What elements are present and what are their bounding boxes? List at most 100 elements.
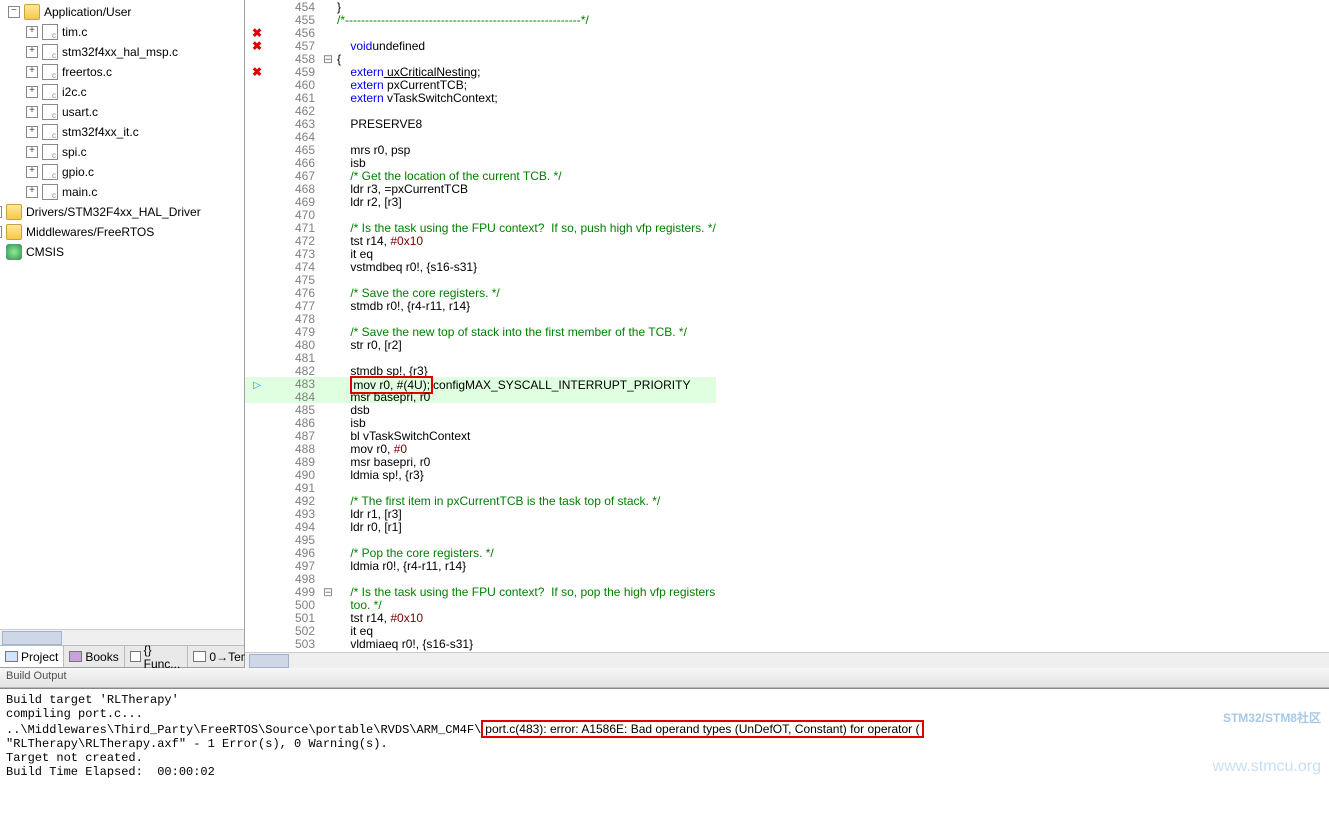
code-line[interactable]: tst r14, #0x10	[335, 611, 716, 624]
tree-file[interactable]: + stm32f4xx_hal_msp.c	[26, 42, 244, 62]
fold-toggle[interactable]	[321, 117, 335, 130]
expand-icon[interactable]: +	[0, 206, 2, 218]
fold-toggle[interactable]	[321, 351, 335, 364]
fold-toggle[interactable]	[321, 520, 335, 533]
expand-icon[interactable]: +	[26, 86, 38, 98]
fold-toggle[interactable]	[321, 559, 335, 572]
build-output[interactable]: Build target 'RLTherapy' compiling port.…	[0, 688, 1329, 810]
error-marker-icon[interactable]: ✖	[252, 65, 262, 79]
fold-toggle[interactable]	[321, 143, 335, 156]
fold-toggle[interactable]	[321, 260, 335, 273]
fold-toggle[interactable]	[321, 481, 335, 494]
expand-icon[interactable]: +	[26, 46, 38, 58]
code-line[interactable]	[335, 104, 716, 117]
code-editor[interactable]: 454 }455 /*-----------------------------…	[245, 0, 1329, 667]
tree-folder[interactable]: + Middlewares/FreeRTOS	[0, 222, 244, 242]
expand-icon[interactable]: +	[26, 26, 38, 38]
fold-toggle[interactable]	[321, 273, 335, 286]
fold-toggle[interactable]	[321, 442, 335, 455]
code-line[interactable]: {	[335, 52, 716, 65]
code-line[interactable]: /* The first item in pxCurrentTCB is the…	[335, 494, 716, 507]
sidebar-tab-books[interactable]: Books	[64, 646, 124, 667]
fold-toggle[interactable]	[321, 377, 335, 390]
fold-toggle[interactable]	[321, 325, 335, 338]
error-marker-icon[interactable]: ✖	[252, 39, 262, 53]
code-line[interactable]	[335, 351, 716, 364]
tree-file[interactable]: + tim.c	[26, 22, 244, 42]
code-line[interactable]	[335, 481, 716, 494]
collapse-icon[interactable]: −	[8, 6, 20, 18]
fold-toggle[interactable]	[321, 0, 335, 13]
code-line[interactable]: vldmiaeq r0!, {s16-s31}	[335, 637, 716, 650]
code-line[interactable]: tst r14, #0x10	[335, 234, 716, 247]
fold-toggle[interactable]	[321, 455, 335, 468]
fold-toggle[interactable]	[321, 208, 335, 221]
code-line[interactable]	[335, 312, 716, 325]
fold-toggle[interactable]	[321, 468, 335, 481]
expand-icon[interactable]: +	[26, 166, 38, 178]
fold-toggle[interactable]: ⊟	[321, 52, 335, 65]
tree-file[interactable]: + spi.c	[26, 142, 244, 162]
fold-toggle[interactable]	[321, 572, 335, 585]
code-line[interactable]: ldr r0, [r1]	[335, 520, 716, 533]
code-line[interactable]: /* Is the task using the FPU context? If…	[335, 221, 716, 234]
fold-toggle[interactable]	[321, 338, 335, 351]
expand-icon[interactable]: +	[26, 186, 38, 198]
code-line[interactable]: mrs r0, psp	[335, 143, 716, 156]
code-line[interactable]: it eq	[335, 624, 716, 637]
fold-toggle[interactable]	[321, 364, 335, 377]
fold-toggle[interactable]	[321, 494, 335, 507]
code-line[interactable]: msr basepri, r0	[335, 455, 716, 468]
fold-toggle[interactable]	[321, 507, 335, 520]
sidebar-tab-func[interactable]: {} Func...	[125, 646, 189, 667]
sidebar-h-scrollbar[interactable]	[0, 629, 244, 645]
fold-toggle[interactable]	[321, 624, 335, 637]
sidebar-tab-project[interactable]: Project	[0, 646, 64, 667]
code-line[interactable]: /* Save the new top of stack into the fi…	[335, 325, 716, 338]
fold-toggle[interactable]: ⊟	[321, 585, 335, 598]
tree-folder[interactable]: + Drivers/STM32F4xx_HAL_Driver	[0, 202, 244, 222]
fold-toggle[interactable]	[321, 390, 335, 403]
expand-icon[interactable]: +	[26, 146, 38, 158]
code-line[interactable]: msr basepri, r0	[335, 390, 716, 403]
fold-toggle[interactable]	[321, 429, 335, 442]
code-line[interactable]: too. */	[335, 598, 716, 611]
tree-pack[interactable]: CMSIS	[0, 242, 244, 262]
fold-toggle[interactable]	[321, 65, 335, 78]
code-line[interactable]: PRESERVE8	[335, 117, 716, 130]
error-marker-icon[interactable]: ✖	[252, 26, 262, 40]
code-line[interactable]: extern vTaskSwitchContext;	[335, 91, 716, 104]
fold-toggle[interactable]	[321, 247, 335, 260]
code-line[interactable]: stmdb r0!, {r4-r11, r14}	[335, 299, 716, 312]
code-line[interactable]: voidundefined	[335, 39, 716, 52]
tree-file[interactable]: + gpio.c	[26, 162, 244, 182]
tree-file[interactable]: + usart.c	[26, 102, 244, 122]
code-line[interactable]	[335, 26, 716, 39]
fold-toggle[interactable]	[321, 104, 335, 117]
fold-toggle[interactable]	[321, 546, 335, 559]
code-line[interactable]	[335, 533, 716, 546]
code-line[interactable]: vstmdbeq r0!, {s16-s31}	[335, 260, 716, 273]
tree-file[interactable]: + main.c	[26, 182, 244, 202]
code-line[interactable]: dsb	[335, 403, 716, 416]
fold-toggle[interactable]	[321, 286, 335, 299]
fold-toggle[interactable]	[321, 598, 335, 611]
fold-toggle[interactable]	[321, 299, 335, 312]
code-line[interactable]	[335, 130, 716, 143]
fold-toggle[interactable]	[321, 13, 335, 26]
code-line[interactable]: str r0, [r2]	[335, 338, 716, 351]
code-line[interactable]: extern uxCriticalNesting;	[335, 65, 716, 78]
fold-toggle[interactable]	[321, 78, 335, 91]
code-line[interactable]: ldr r1, [r3]	[335, 507, 716, 520]
code-line[interactable]: ldmia r0!, {r4-r11, r14}	[335, 559, 716, 572]
fold-toggle[interactable]	[321, 312, 335, 325]
code-line[interactable]: extern pxCurrentTCB;	[335, 78, 716, 91]
fold-toggle[interactable]	[321, 169, 335, 182]
fold-toggle[interactable]	[321, 416, 335, 429]
code-line[interactable]: mov r0, #(4U);configMAX_SYSCALL_INTERRUP…	[335, 377, 716, 390]
fold-toggle[interactable]	[321, 182, 335, 195]
code-line[interactable]	[335, 208, 716, 221]
code-line[interactable]	[335, 273, 716, 286]
expand-icon[interactable]: +	[26, 66, 38, 78]
project-tree[interactable]: − Application/User + tim.c + stm32f4xx_h…	[2, 2, 244, 262]
